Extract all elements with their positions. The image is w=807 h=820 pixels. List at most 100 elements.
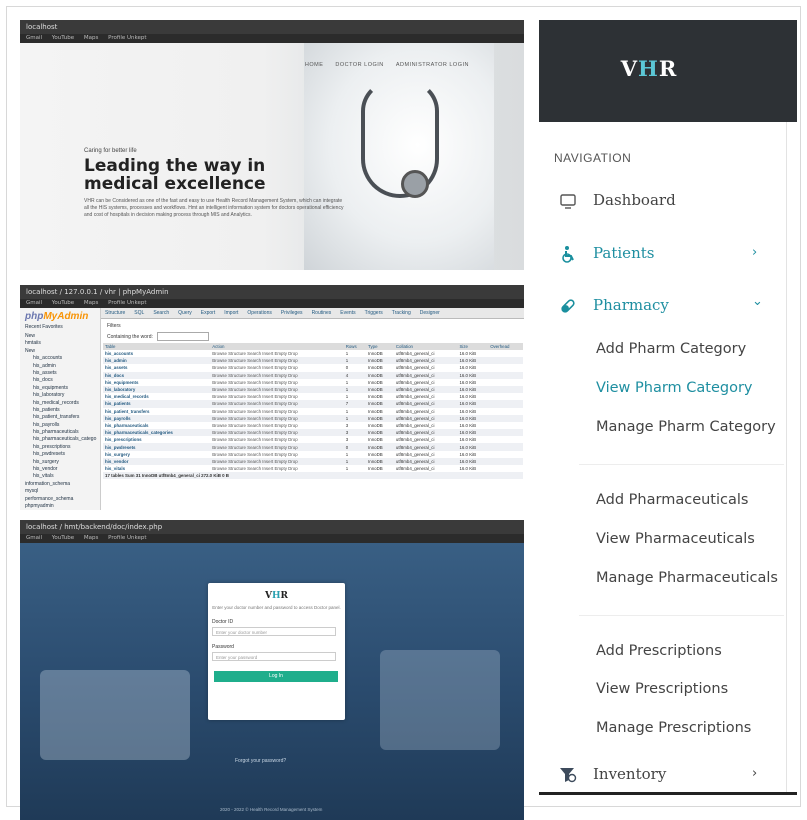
row-actions[interactable]: Browse Structure Search Insert Empty Dro… xyxy=(210,422,343,429)
nav-admin-login-link[interactable]: ADMINISTRATOR LOGIN xyxy=(396,62,469,68)
bookmark-profile[interactable]: Profile Unkept xyxy=(108,35,146,41)
row-actions[interactable]: Browse Structure Search Insert Empty Dro… xyxy=(210,457,344,465)
row-actions[interactable]: Browse Structure Search Insert Empty Dro… xyxy=(210,436,343,443)
pma-tab[interactable]: Events xyxy=(340,310,355,316)
filter-input[interactable] xyxy=(156,332,209,341)
row-actions[interactable]: Browse Structure Search Insert Empty Dro… xyxy=(210,429,344,437)
table-name-link[interactable]: his_docs xyxy=(103,371,211,379)
pma-column-header[interactable]: Size xyxy=(457,343,489,350)
sidebar-item-dashboard[interactable]: Dashboard xyxy=(559,190,769,214)
row-actions[interactable]: Browse Structure Search Insert Empty Dro… xyxy=(210,414,344,422)
submenu-manage-pharm-category[interactable]: Manage Pharm Category xyxy=(596,419,776,435)
table-name-link[interactable]: his_payrolls xyxy=(103,414,211,422)
pma-tree-item[interactable]: his_pharmaceuticals_catego xyxy=(25,436,100,443)
table-name-link[interactable]: his_patients xyxy=(103,400,211,408)
row-actions[interactable]: Browse Structure Search Insert Empty Dro… xyxy=(210,465,343,472)
pma-tree-item[interactable]: his_payrolls xyxy=(25,422,100,429)
browser-tab-title[interactable]: localhost / hmt/backend/doc/index.php xyxy=(26,523,162,531)
submenu-add-prescriptions[interactable]: Add Prescriptions xyxy=(596,643,722,659)
pma-tree-item[interactable]: his_vendor xyxy=(25,466,100,473)
pma-tree-item[interactable]: information_schema xyxy=(25,481,100,488)
bookmark-profile[interactable]: Profile Unkept xyxy=(108,300,146,306)
password-input[interactable]: Enter your password xyxy=(212,652,336,661)
row-actions[interactable]: Browse Structure Search Insert Empty Dro… xyxy=(210,408,343,415)
pma-tree-item[interactable]: phpmyadmin xyxy=(25,503,100,510)
pma-column-header[interactable]: Collation xyxy=(393,343,458,350)
browser-tab-title[interactable]: localhost / 127.0.0.1 / vhr | phpMyAdmin xyxy=(26,288,169,296)
pma-tree-item[interactable]: his_equipments xyxy=(25,385,100,392)
row-actions[interactable]: Browse Structure Search Insert Empty Dro… xyxy=(210,379,343,386)
doctor-id-input[interactable]: Enter your doctor number xyxy=(212,627,336,636)
row-actions[interactable]: Browse Structure Search Insert Empty Dro… xyxy=(210,371,344,379)
pma-tree-item[interactable]: his_docs xyxy=(25,377,100,384)
sidebar-item-pharmacy[interactable]: Pharmacy ⌄ xyxy=(559,294,769,319)
bookmark-maps[interactable]: Maps xyxy=(84,535,98,541)
bookmark-gmail[interactable]: Gmail xyxy=(26,535,42,541)
table-name-link[interactable]: his_vendor xyxy=(103,457,211,465)
pma-column-header[interactable]: Rows xyxy=(343,343,367,350)
submenu-manage-pharmaceuticals[interactable]: Manage Pharmaceuticals xyxy=(596,570,778,586)
pma-tree-item[interactable]: his_laboratory xyxy=(25,392,100,399)
row-actions[interactable]: Browse Structure Search Insert Empty Dro… xyxy=(210,443,344,451)
pma-tree-item[interactable]: mysql xyxy=(25,488,100,495)
pma-tree-item[interactable]: New xyxy=(25,333,100,340)
nav-doctor-login-link[interactable]: DOCTOR LOGIN xyxy=(335,62,383,68)
table-name-link[interactable]: his_equipments xyxy=(103,379,210,386)
table-name-link[interactable]: his_accounts xyxy=(103,350,210,357)
pma-tree-item[interactable]: hmtaiis xyxy=(25,340,100,347)
submenu-manage-prescriptions[interactable]: Manage Prescriptions xyxy=(596,720,751,736)
pma-tab[interactable]: SQL xyxy=(134,310,144,316)
pma-tree-item[interactable]: his_medical_records xyxy=(25,400,100,407)
brand-logo[interactable]: VHR xyxy=(539,56,759,81)
row-actions[interactable]: Browse Structure Search Insert Empty Dro… xyxy=(210,364,343,371)
table-name-link[interactable]: his_medical_records xyxy=(103,393,210,400)
pma-tree-item[interactable]: his_accounts xyxy=(25,355,100,362)
row-actions[interactable]: Browse Structure Search Insert Empty Dro… xyxy=(210,385,344,394)
bookmark-maps[interactable]: Maps xyxy=(84,300,98,306)
table-name-link[interactable]: his_patient_transfers xyxy=(103,408,210,415)
row-actions[interactable]: Browse Structure Search Insert Empty Dro… xyxy=(210,451,343,458)
table-name-link[interactable]: his_pharmaceuticals xyxy=(103,422,210,429)
sidebar-item-inventory[interactable]: Inventory › xyxy=(559,764,769,788)
bookmark-youtube[interactable]: YouTube xyxy=(52,35,74,41)
pma-column-header[interactable]: Type xyxy=(366,343,394,350)
pma-tab[interactable]: Designer xyxy=(420,310,440,316)
table-name-link[interactable]: his_surgery xyxy=(103,451,210,458)
submenu-view-pharmaceuticals[interactable]: View Pharmaceuticals xyxy=(596,531,755,547)
pma-tree-item[interactable]: his_surgery xyxy=(25,459,100,466)
pma-tree-item[interactable]: performance_schema xyxy=(25,496,100,503)
table-name-link[interactable]: his_vitals xyxy=(103,465,210,472)
sidebar-item-patients[interactable]: Patients › xyxy=(559,243,769,267)
pma-tab[interactable]: Routines xyxy=(312,310,332,316)
bookmark-gmail[interactable]: Gmail xyxy=(26,35,42,41)
row-actions[interactable]: Browse Structure Search Insert Empty Dro… xyxy=(210,350,343,357)
pma-tab[interactable]: Privileges xyxy=(281,310,303,316)
pma-side-tabs[interactable]: Recent Favorites xyxy=(20,322,100,333)
bookmark-gmail[interactable]: Gmail xyxy=(26,300,42,306)
pma-tab[interactable]: Structure xyxy=(105,310,125,316)
table-name-link[interactable]: his_pharmaceuticals_categories xyxy=(103,429,211,437)
pma-tab[interactable]: Query xyxy=(178,310,192,316)
bookmark-profile[interactable]: Profile Unkept xyxy=(108,535,146,541)
submenu-view-pharm-category[interactable]: View Pharm Category xyxy=(596,380,753,396)
login-button[interactable]: Log In xyxy=(214,671,338,682)
pma-tab[interactable]: Triggers xyxy=(365,310,383,316)
row-actions[interactable]: Browse Structure Search Insert Empty Dro… xyxy=(210,393,343,400)
pma-column-header[interactable]: Action xyxy=(210,343,344,350)
pma-tree-item[interactable]: his_vitals xyxy=(25,473,100,480)
submenu-add-pharmaceuticals[interactable]: Add Pharmaceuticals xyxy=(596,492,748,508)
table-name-link[interactable]: his_admin xyxy=(103,357,211,365)
submenu-add-pharm-category[interactable]: Add Pharm Category xyxy=(596,341,746,357)
pma-tab[interactable]: Search xyxy=(153,310,169,316)
pma-tree-item[interactable]: his_assets xyxy=(25,370,100,377)
pma-column-header[interactable]: Table xyxy=(103,343,211,350)
pma-tree-item[interactable]: his_pharmaceuticals xyxy=(25,429,100,436)
table-name-link[interactable]: his_prescriptions xyxy=(103,436,210,443)
pma-tab[interactable]: Export xyxy=(201,310,215,316)
pma-tab[interactable]: Tracking xyxy=(392,310,411,316)
pma-tree-item[interactable]: his_patient_transfers xyxy=(25,414,100,421)
pma-tree-item[interactable]: his_prescriptions xyxy=(25,444,100,451)
pma-tree-item[interactable]: New xyxy=(25,348,100,355)
bookmark-youtube[interactable]: YouTube xyxy=(52,535,74,541)
pma-tree-item[interactable]: his_admin xyxy=(25,363,100,370)
